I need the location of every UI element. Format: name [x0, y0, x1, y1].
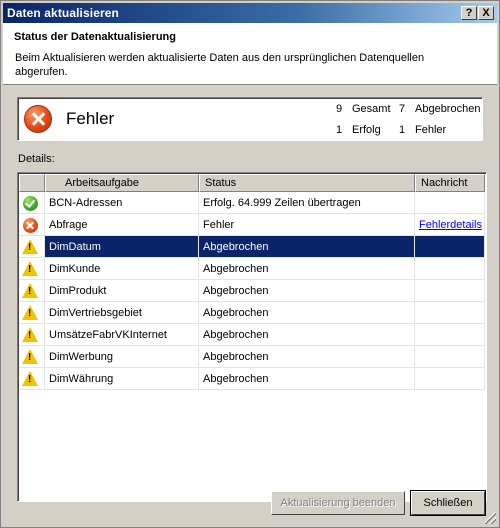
success-count: 1 — [336, 124, 343, 136]
cancelled-label: Abgebrochen — [415, 103, 481, 115]
status-cell: Abgebrochen — [199, 280, 415, 302]
cancelled-count: 7 — [399, 103, 406, 115]
warning-icon — [22, 349, 38, 364]
message-cell — [415, 236, 485, 258]
task-cell: BCN-Adressen — [45, 192, 199, 214]
help-button[interactable]: ? — [461, 6, 477, 20]
header-title: Status der Datenaktualisierung — [14, 31, 176, 43]
message-cell — [415, 258, 485, 280]
table-row[interactable]: DimDatumAbgebrochen — [19, 236, 485, 258]
row-icon-cell — [19, 280, 45, 302]
status-cell: Abgebrochen — [199, 346, 415, 368]
summary-status-label: Fehler — [66, 109, 115, 128]
total-count: 9 — [336, 103, 343, 115]
warning-icon — [22, 261, 38, 276]
refresh-dialog: Daten aktualisieren ? X Status der Daten… — [0, 0, 500, 528]
warning-icon — [22, 371, 38, 386]
row-icon-cell — [19, 236, 45, 258]
message-cell: Fehlerdetails — [415, 214, 485, 236]
resize-grip[interactable] — [484, 512, 496, 524]
column-header-status[interactable]: Status — [199, 174, 415, 192]
message-cell — [415, 346, 485, 368]
message-cell — [415, 302, 485, 324]
task-cell: DimKunde — [45, 258, 199, 280]
table-row[interactable]: DimWährungAbgebrochen — [19, 368, 485, 390]
header-description: Beim Aktualisieren werden aktualisierte … — [15, 52, 425, 78]
task-cell: DimProdukt — [45, 280, 199, 302]
task-cell: DimDatum — [45, 236, 199, 258]
stop-refresh-button[interactable]: Aktualisierung beenden — [271, 491, 405, 515]
warning-icon — [22, 239, 38, 254]
error-icon — [24, 105, 52, 133]
error-details-link[interactable]: Fehlerdetails — [419, 219, 482, 231]
details-list[interactable]: Arbeitsaufgabe Status Nachricht BCN-Adre… — [17, 172, 487, 502]
table-row[interactable]: DimKundeAbgebrochen — [19, 258, 485, 280]
status-cell: Erfolg. 64.999 Zeilen übertragen — [199, 192, 415, 214]
error-count: 1 — [399, 124, 406, 136]
title-bar[interactable]: Daten aktualisieren ? X — [3, 3, 497, 23]
table-row[interactable]: UmsätzeFabrVKInternetAbgebrochen — [19, 324, 485, 346]
status-cell: Abgebrochen — [199, 258, 415, 280]
success-icon — [23, 196, 38, 211]
message-cell — [415, 280, 485, 302]
status-cell: Fehler — [199, 214, 415, 236]
warning-icon — [22, 283, 38, 298]
message-cell — [415, 368, 485, 390]
table-row[interactable]: DimWerbungAbgebrochen — [19, 346, 485, 368]
task-cell: DimWährung — [45, 368, 199, 390]
message-cell — [415, 324, 485, 346]
row-icon-cell — [19, 302, 45, 324]
error-label: Fehler — [415, 124, 447, 136]
table-row[interactable]: DimProduktAbgebrochen — [19, 280, 485, 302]
table-row[interactable]: Abfrage Fehler Fehlerdetails — [19, 214, 485, 236]
details-label: Details: — [18, 153, 55, 165]
status-summary-panel: Fehler 9 Gesamt 7 Abgebrochen 1 Erfolg 1… — [17, 97, 483, 141]
row-icon-cell — [19, 258, 45, 280]
status-cell: Abgebrochen — [199, 368, 415, 390]
success-label: Erfolg — [352, 124, 381, 136]
column-header-message[interactable]: Nachricht — [415, 174, 485, 192]
task-cell: Abfrage — [45, 214, 199, 236]
row-icon-cell — [19, 368, 45, 390]
status-cell: Abgebrochen — [199, 324, 415, 346]
row-icon-cell — [19, 214, 45, 236]
task-cell: UmsätzeFabrVKInternet — [45, 324, 199, 346]
status-cell: Abgebrochen — [199, 236, 415, 258]
close-button[interactable]: Schließen — [410, 490, 486, 516]
row-icon-cell — [19, 192, 45, 214]
column-header-task[interactable]: Arbeitsaufgabe — [45, 174, 199, 192]
column-header-icon[interactable] — [19, 174, 45, 192]
task-cell: DimVertriebsgebiet — [45, 302, 199, 324]
warning-icon — [22, 327, 38, 342]
status-cell: Abgebrochen — [199, 302, 415, 324]
row-icon-cell — [19, 346, 45, 368]
close-window-button[interactable]: X — [478, 6, 494, 20]
warning-icon — [22, 305, 38, 320]
window-title: Daten aktualisieren — [7, 6, 119, 20]
task-cell: DimWerbung — [45, 346, 199, 368]
dialog-header: Status der Datenaktualisierung Beim Aktu… — [3, 23, 497, 85]
message-cell — [415, 192, 485, 214]
total-label: Gesamt — [352, 103, 391, 115]
table-row[interactable]: BCN-Adressen Erfolg. 64.999 Zeilen übertr… — [19, 192, 485, 214]
error-icon — [23, 218, 38, 233]
table-row[interactable]: DimVertriebsgebietAbgebrochen — [19, 302, 485, 324]
row-icon-cell — [19, 324, 45, 346]
